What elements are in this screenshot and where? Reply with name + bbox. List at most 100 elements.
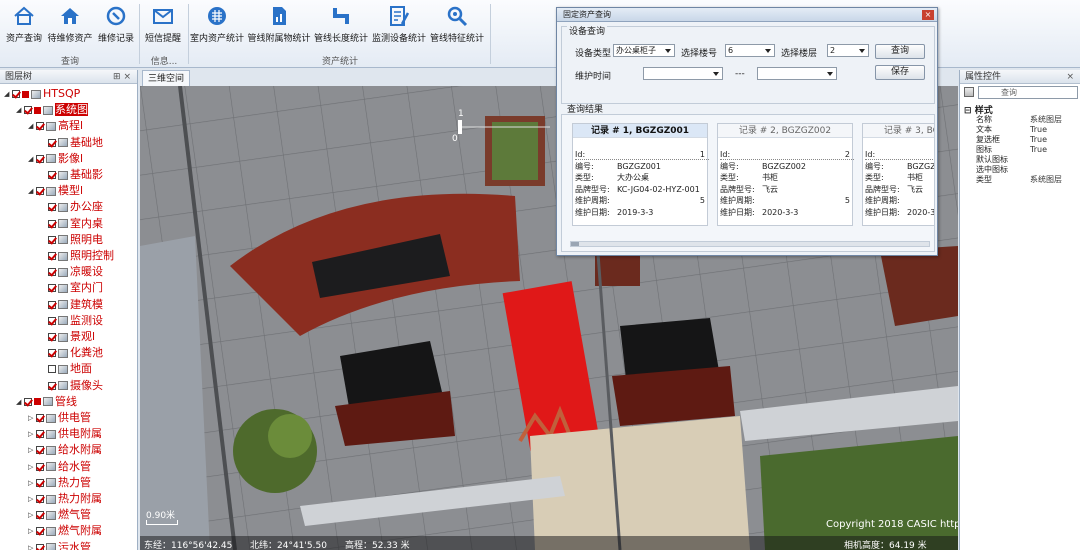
tree-item[interactable]: ▷ 热力管 — [28, 475, 91, 491]
expand-arrow-icon[interactable]: ▷ — [28, 491, 36, 507]
pin-icon[interactable]: ⊞ × — [113, 70, 131, 84]
tree-checkbox[interactable] — [48, 316, 56, 325]
dialog-close-button[interactable]: × — [922, 10, 934, 20]
property-row[interactable]: 文本 True — [960, 125, 1080, 134]
sms-reminder-button[interactable]: 短信提醒 — [143, 4, 183, 48]
property-value[interactable]: 系统图层 — [1030, 175, 1062, 184]
record-card-header[interactable]: 记录 # 1, BGZGZ001 — [573, 124, 707, 138]
tree-checkbox[interactable] — [48, 333, 56, 341]
tree-item[interactable]: 建筑模 — [40, 297, 103, 313]
property-row[interactable]: 选中图标 — [960, 165, 1080, 174]
property-value[interactable]: True — [1030, 145, 1047, 154]
expand-arrow-icon[interactable]: ▷ — [28, 426, 36, 442]
collapse-arrow-icon[interactable]: ◢ — [16, 394, 24, 410]
save-button[interactable]: 保存 — [875, 65, 925, 80]
expand-arrow-icon[interactable]: ▷ — [28, 410, 36, 426]
tree-checkbox[interactable] — [36, 495, 44, 503]
pipe-attachment-stats-button[interactable]: 管线附属物统计 — [247, 4, 311, 48]
tree-item[interactable]: ▷ 供电附属 — [28, 426, 102, 442]
tree-checkbox[interactable] — [48, 300, 56, 309]
expand-arrow-icon[interactable]: ▷ — [28, 475, 36, 491]
record-card[interactable]: 记录 # 1, BGZGZ001 Id: 1 编号: BGZGZ001 类型: 大办公桌 品牌… — [572, 123, 709, 226]
tree-item[interactable]: ◢ HTSQP — [4, 86, 80, 102]
tree-item[interactable]: 室内桌 — [40, 216, 103, 232]
date-start-picker[interactable] — [643, 67, 723, 80]
tree-item[interactable]: ▷ 给水管 — [28, 459, 91, 475]
tree-checkbox[interactable] — [36, 527, 44, 536]
tree-item[interactable]: ◢ 系统图 — [16, 102, 88, 118]
tree-item[interactable]: ◢ 管线 — [16, 394, 77, 410]
tree-item[interactable]: 景观l — [40, 329, 95, 345]
property-value[interactable]: True — [1030, 125, 1047, 134]
expand-arrow-icon[interactable]: ▷ — [28, 507, 36, 523]
record-card-header[interactable]: 记录 # 3, BGZGZ003 — [863, 124, 934, 138]
tree-item[interactable]: 监测设 — [40, 313, 103, 329]
tree-checkbox[interactable] — [36, 187, 44, 196]
tree-checkbox[interactable] — [48, 252, 56, 260]
record-card[interactable]: 记录 # 2, BGZGZ002 Id: 2 编号: BGZGZ002 类型: 书柜 品牌型号… — [717, 123, 854, 226]
close-icon[interactable]: × — [1066, 70, 1074, 84]
device-type-select[interactable]: 办公桌柜子 — [613, 44, 675, 57]
property-row[interactable]: 类型 系统图层 — [960, 175, 1080, 184]
expand-arrow-icon[interactable]: ▷ — [28, 459, 36, 475]
indoor-asset-stats-button[interactable]: 室内资产统计 — [190, 4, 244, 48]
repair-record-button[interactable]: 维修记录 — [97, 4, 135, 48]
tree-checkbox[interactable] — [12, 90, 20, 98]
pending-repair-button[interactable]: 待维修资产 — [46, 4, 94, 48]
tree-item[interactable]: ▷ 给水附属 — [28, 442, 102, 458]
tree-checkbox[interactable] — [48, 381, 56, 390]
tree-checkbox[interactable] — [36, 462, 44, 471]
tree-item[interactable]: ◢ 影像l — [28, 151, 83, 167]
collapse-arrow-icon[interactable]: ◢ — [28, 183, 36, 199]
tree-checkbox[interactable] — [48, 284, 56, 293]
tree-item[interactable]: 化粪池 — [40, 345, 103, 361]
property-value[interactable]: 系统图层 — [1030, 115, 1062, 124]
property-row[interactable]: 复选框 True — [960, 135, 1080, 144]
building-select[interactable]: 6 — [725, 44, 775, 57]
tree-checkbox[interactable] — [48, 268, 56, 277]
record-card[interactable]: 记录 # 3, BGZGZ003 Id:3编号: BGZGZ003 类型: 书柜品牌型号… — [862, 123, 934, 226]
tree-checkbox[interactable] — [36, 543, 44, 550]
tree-item[interactable]: 基础地 — [40, 135, 103, 151]
tree-checkbox[interactable] — [48, 203, 56, 212]
tree-item[interactable]: ▷ 污水管 — [28, 540, 91, 550]
asset-query-button[interactable]: 资产查询 — [4, 4, 44, 48]
tree-checkbox[interactable] — [48, 235, 56, 244]
tree-checkbox[interactable] — [48, 349, 56, 358]
record-card-header[interactable]: 记录 # 2, BGZGZ002 — [718, 124, 852, 138]
monitor-device-stats-button[interactable]: 监测设备统计 — [371, 4, 427, 48]
tree-item[interactable]: 凉暖设 — [40, 264, 103, 280]
expand-arrow-icon[interactable]: ▷ — [28, 523, 36, 539]
property-search-input[interactable]: 查询 — [978, 86, 1078, 99]
floor-select[interactable]: 2 — [827, 44, 869, 57]
property-row[interactable]: 图标 True — [960, 145, 1080, 154]
tree-item[interactable]: ▷ 燃气附属 — [28, 523, 102, 539]
tree-item[interactable]: ▷ 供电管 — [28, 410, 91, 426]
tree-item[interactable]: 地面 — [40, 361, 92, 377]
property-row[interactable]: 名称 系统图层 — [960, 115, 1080, 124]
collapse-arrow-icon[interactable]: ◢ — [28, 151, 36, 167]
tree-checkbox[interactable] — [36, 446, 44, 455]
tree-item[interactable]: 摄像头 — [40, 378, 103, 394]
expand-arrow-icon[interactable]: ▷ — [28, 442, 36, 458]
tree-checkbox[interactable] — [48, 138, 56, 147]
collapse-arrow-icon[interactable]: ◢ — [16, 102, 24, 118]
tree-item[interactable]: ▷ 燃气管 — [28, 507, 91, 523]
tree-checkbox[interactable] — [36, 430, 44, 439]
tree-item[interactable]: 基础影 — [40, 167, 103, 183]
tree-item[interactable]: 办公座 — [40, 199, 103, 215]
tree-checkbox[interactable] — [24, 106, 32, 115]
scrollbar-thumb[interactable] — [571, 242, 579, 246]
expand-arrow-icon[interactable]: ▷ — [28, 540, 36, 550]
results-scrollbar[interactable] — [570, 241, 930, 247]
tree-item[interactable]: ◢ 高程l — [28, 118, 83, 134]
sort-icon[interactable] — [964, 87, 974, 97]
tree-checkbox[interactable] — [48, 219, 56, 228]
tree-checkbox[interactable] — [24, 397, 32, 406]
tab-3d-space[interactable]: 三维空间 — [142, 70, 190, 86]
tree-item[interactable]: ◢ 模型l — [28, 183, 83, 199]
date-end-picker[interactable] — [757, 67, 837, 80]
pipe-feature-stats-button[interactable]: 管线特征统计 — [429, 4, 485, 48]
property-row[interactable]: 默认图标 — [960, 155, 1080, 164]
tree-item[interactable]: 照明电 — [40, 232, 103, 248]
